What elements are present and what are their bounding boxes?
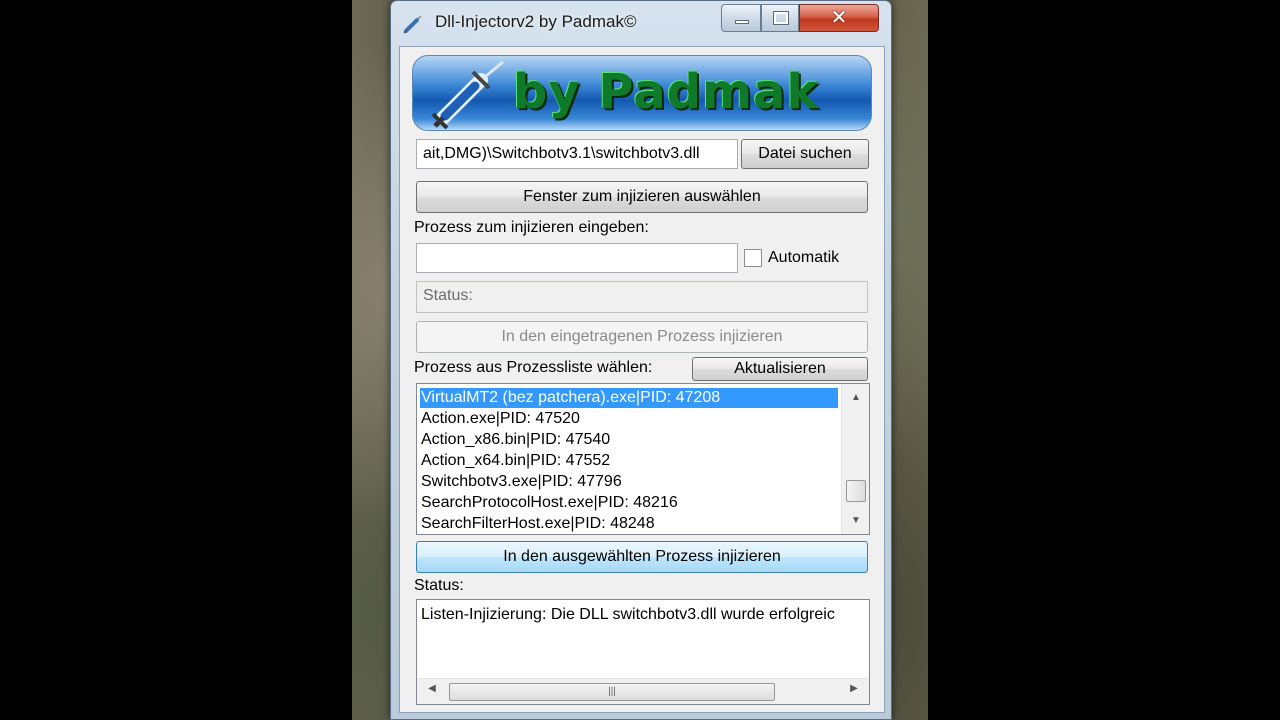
process-list-scrollbar[interactable]: ▲ ▼ <box>841 384 869 534</box>
window-title: Dll-Injectorv2 by Padmak© <box>435 12 637 31</box>
title-bar[interactable]: Dll-Injectorv2 by Padmak© ✕ <box>391 1 891 45</box>
list-item[interactable]: Switchbotv3.exe|PID: 47796 <box>420 472 622 492</box>
syringe-icon <box>403 15 422 34</box>
list-item[interactable]: VirtualMT2 (bez patchera).exe|PID: 47208 <box>420 388 838 408</box>
close-button[interactable]: ✕ <box>799 4 879 32</box>
scroll-thumb[interactable]: ||| <box>449 683 775 701</box>
inject-selected-process-button[interactable]: In den ausgewählten Prozess injizieren <box>416 541 868 573</box>
status-label: Status: <box>414 577 464 594</box>
minimize-icon <box>735 20 749 24</box>
select-window-button[interactable]: Fenster zum injizieren auswählen <box>416 181 868 213</box>
inject-entered-process-button[interactable]: In den eingetragenen Prozess injizieren <box>416 321 868 353</box>
maximize-button[interactable] <box>761 4 799 32</box>
manual-status-field: Status: <box>416 281 868 313</box>
minimize-button[interactable] <box>721 4 761 32</box>
browse-file-button[interactable]: Datei suchen <box>741 139 869 169</box>
status-horizontal-scrollbar[interactable]: ◀ ||| ▶ <box>417 678 869 704</box>
automatic-label: Automatik <box>768 249 840 266</box>
process-name-input[interactable] <box>416 243 738 273</box>
dll-path-field[interactable]: ait,DMG)\Switchbotv3.1\switchbotv3.dll <box>416 139 738 169</box>
list-item[interactable]: Action_x86.bin|PID: 47540 <box>420 430 610 450</box>
list-item[interactable]: SearchFilterHost.exe|PID: 48248 <box>420 514 655 534</box>
automatic-checkbox[interactable] <box>744 249 762 267</box>
scroll-left-icon[interactable]: ◀ <box>421 683 443 694</box>
close-icon: ✕ <box>830 7 848 29</box>
scroll-up-icon[interactable]: ▲ <box>842 392 869 403</box>
app-window: Dll-Injectorv2 by Padmak© ✕ by Padmak ai… <box>390 0 892 720</box>
scroll-thumb[interactable] <box>846 480 866 502</box>
refresh-button[interactable]: Aktualisieren <box>692 357 868 381</box>
scroll-right-icon[interactable]: ▶ <box>843 683 865 694</box>
process-input-label: Prozess zum injizieren eingeben: <box>414 219 649 236</box>
list-item[interactable]: SearchProtocolHost.exe|PID: 48216 <box>420 493 678 513</box>
process-list-label: Prozess aus Prozessliste wählen: <box>414 359 653 376</box>
status-log[interactable]: Listen-Injizierung: Die DLL switchbotv3.… <box>416 599 870 705</box>
list-item[interactable]: Action_x64.bin|PID: 47552 <box>420 451 610 471</box>
client-area: by Padmak ait,DMG)\Switchbotv3.1\switchb… <box>399 46 885 713</box>
maximize-icon <box>773 11 789 25</box>
banner: by Padmak <box>412 55 872 131</box>
syringe-icon <box>431 60 504 130</box>
status-message: Listen-Injizierung: Die DLL switchbotv3.… <box>421 606 835 623</box>
scroll-down-icon[interactable]: ▼ <box>842 515 869 526</box>
banner-title: by Padmak <box>513 64 820 120</box>
list-item[interactable]: Action.exe|PID: 47520 <box>420 409 580 429</box>
process-listbox[interactable]: VirtualMT2 (bez patchera).exe|PID: 47208… <box>416 383 870 535</box>
